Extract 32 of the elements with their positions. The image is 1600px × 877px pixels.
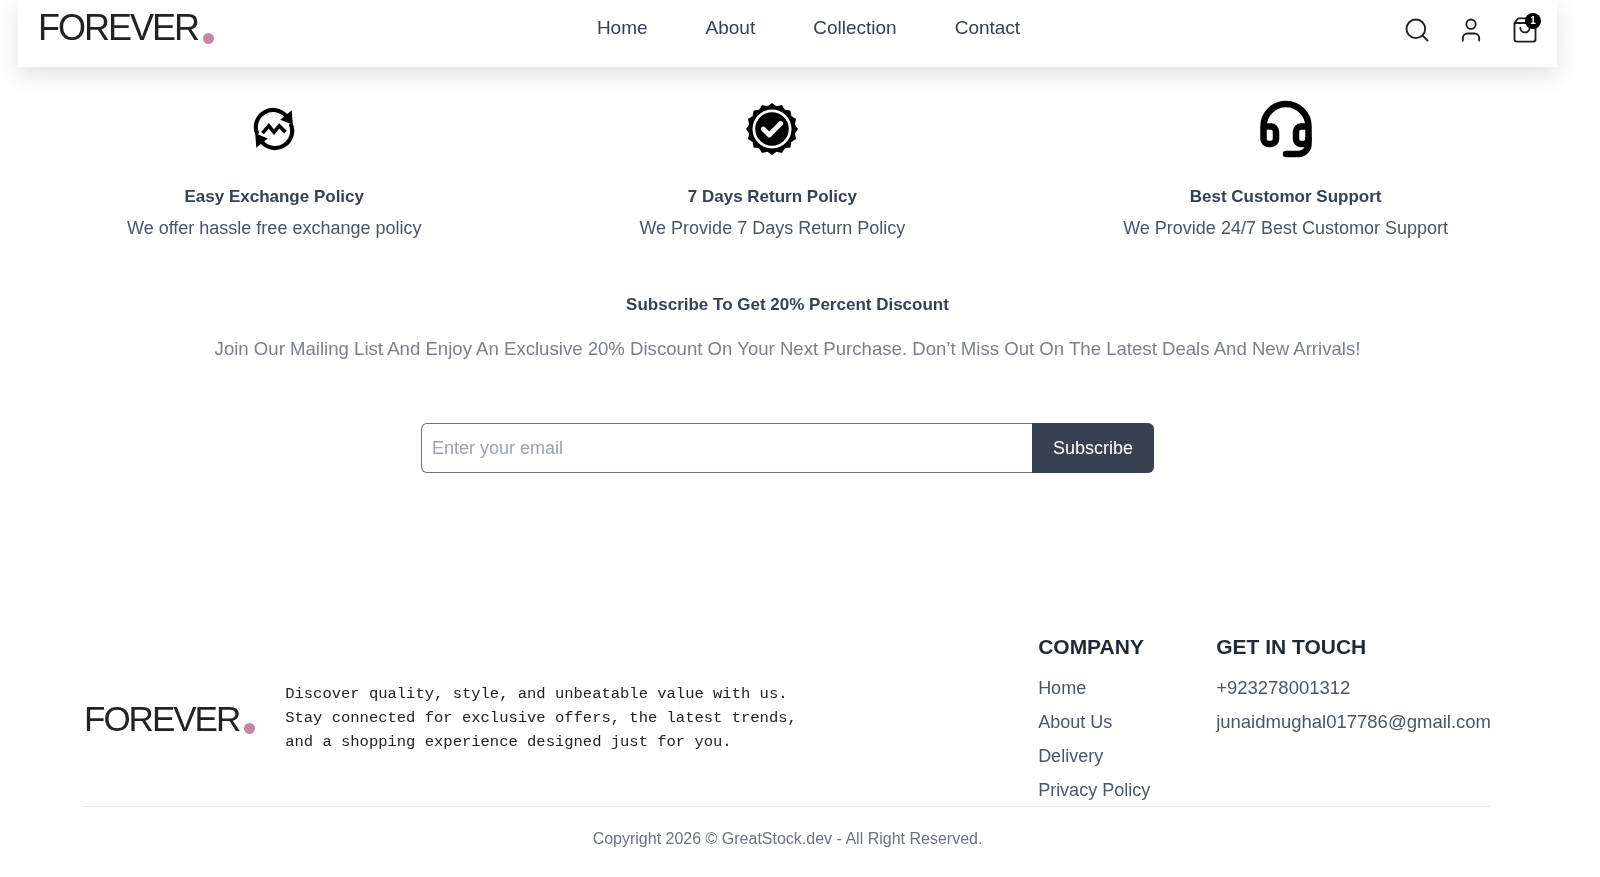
subscribe-button[interactable]: Subscribe bbox=[1032, 423, 1154, 473]
shopping-bag-icon bbox=[1511, 15, 1539, 44]
feature-description: We offer hassle free exchange policy bbox=[126, 217, 422, 240]
contact-detail: junaidmughal017786@gmail.com bbox=[1216, 710, 1491, 734]
feature-title: Easy Exchange Policy bbox=[184, 186, 364, 208]
feature-title: 7 Days Return Policy bbox=[687, 186, 857, 208]
nav-link[interactable]: Collection bbox=[813, 15, 897, 41]
nav-link[interactable]: Contact bbox=[954, 15, 1021, 41]
nav-link[interactable]: About bbox=[705, 15, 756, 41]
footer-logo-wordmark: FOREVER bbox=[84, 700, 240, 736]
footer-about-text: Discover quality, style, and unbeatable value with us. Stay connected for exclusive offers, the latest trends, and a shopping experience designed just for you. bbox=[285, 684, 798, 753]
email-input[interactable]: Enter your email bbox=[421, 423, 1032, 473]
footer-link[interactable]: Privacy Policy bbox=[1038, 777, 1151, 803]
cart-count-badge: 1 bbox=[1525, 12, 1541, 29]
logo-dot-icon bbox=[244, 722, 256, 734]
footer-link[interactable]: About Us bbox=[1038, 709, 1113, 735]
subscribe-heading: Subscribe To Get 20% Percent Discount bbox=[626, 294, 949, 316]
footer-column-heading: GET IN TOUCH bbox=[1216, 634, 1367, 660]
footer-column-heading: COMPANY bbox=[1038, 634, 1144, 660]
feature-description: We Provide 24/7 Best Customor Support bbox=[1123, 217, 1448, 240]
contact-detail: +923278001312 bbox=[1216, 676, 1351, 700]
copyright-text: Copyright 2026 © GreatStock.dev - All Right Reserved. bbox=[592, 829, 983, 849]
badge-check-icon bbox=[746, 103, 799, 155]
logo-dot-icon bbox=[203, 33, 215, 44]
feature-description: We Provide 7 Days Return Policy bbox=[639, 217, 906, 240]
logo-wordmark: FOREVER bbox=[38, 10, 199, 46]
nav-link[interactable]: Home bbox=[596, 15, 648, 41]
footer-link[interactable]: Home bbox=[1038, 675, 1087, 701]
cart-button[interactable]: 1 bbox=[1511, 12, 1539, 44]
footer-link[interactable]: Delivery bbox=[1038, 743, 1104, 769]
subscribe-description: Join Our Mailing List And Enjoy An Exclusive 20% Discount On Your Next Purchase. Don’t Miss Out On The Latest Deals And New Arrivals! bbox=[214, 337, 1361, 361]
feature-title: Best Customor Support bbox=[1189, 186, 1382, 208]
